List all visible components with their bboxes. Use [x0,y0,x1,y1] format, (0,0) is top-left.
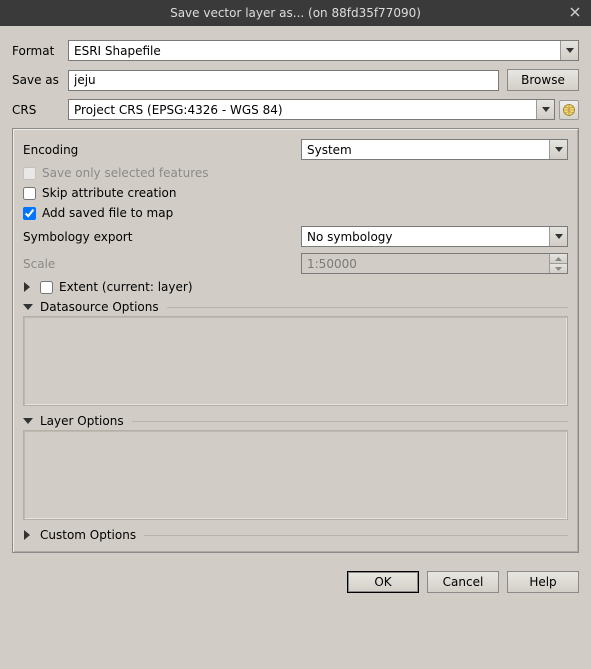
encoding-dropdown[interactable]: System [301,139,568,160]
close-icon[interactable] [567,4,583,20]
skip-attr-checkbox[interactable] [23,187,36,200]
divider [144,535,568,536]
window-title: Save vector layer as... (on 88fd35f77090… [170,6,421,20]
ok-button[interactable]: OK [347,571,419,593]
crs-selector-button[interactable] [559,100,579,120]
skip-attr-label: Skip attribute creation [42,186,176,200]
browse-button[interactable]: Browse [507,69,579,91]
crs-label: CRS [12,103,68,117]
chevron-down-icon [560,41,578,60]
datasource-label: Datasource Options [40,300,159,314]
chevron-down-icon [549,227,567,246]
divider [167,307,568,308]
content-area: Format ESRI Shapefile Save as Browse CRS… [0,26,591,563]
scale-spin: 1:50000 [301,253,568,274]
cancel-button[interactable]: Cancel [427,571,499,593]
custom-options-toggle[interactable] [23,530,37,540]
symbology-value: No symbology [302,230,549,244]
scale-label: Scale [23,257,301,271]
help-button[interactable]: Help [507,571,579,593]
extent-label: Extent (current: layer) [59,280,193,294]
symbology-label: Symbology export [23,230,301,244]
layer-options-area [23,430,568,520]
format-dropdown[interactable]: ESRI Shapefile [68,40,579,61]
spin-up-icon [550,254,567,263]
encoding-label: Encoding [23,143,301,157]
layer-options-toggle[interactable] [23,417,37,425]
extent-toggle[interactable] [23,282,37,292]
layer-options-label: Layer Options [40,414,124,428]
save-selected-label: Save only selected features [42,166,209,180]
crs-value: Project CRS (EPSG:4326 - WGS 84) [69,103,536,117]
add-to-map-label: Add saved file to map [42,206,173,220]
chevron-down-icon [536,100,554,119]
encoding-value: System [302,143,549,157]
datasource-options-area [23,316,568,406]
symbology-dropdown[interactable]: No symbology [301,226,568,247]
options-panel: Encoding System Save only selected featu… [12,128,579,553]
chevron-down-icon [549,140,567,159]
save-as-label: Save as [12,73,68,87]
divider [132,421,568,422]
add-to-map-checkbox[interactable] [23,207,36,220]
format-label: Format [12,44,68,58]
scale-value: 1:50000 [302,254,549,273]
custom-options-label: Custom Options [40,528,136,542]
save-as-input[interactable] [68,70,499,91]
save-selected-checkbox [23,167,36,180]
dialog-footer: OK Cancel Help [0,563,591,603]
titlebar: Save vector layer as... (on 88fd35f77090… [0,0,591,26]
crs-dropdown[interactable]: Project CRS (EPSG:4326 - WGS 84) [68,99,555,120]
format-value: ESRI Shapefile [69,44,560,58]
extent-checkbox[interactable] [40,281,53,294]
spin-down-icon [550,263,567,273]
datasource-toggle[interactable] [23,303,37,311]
